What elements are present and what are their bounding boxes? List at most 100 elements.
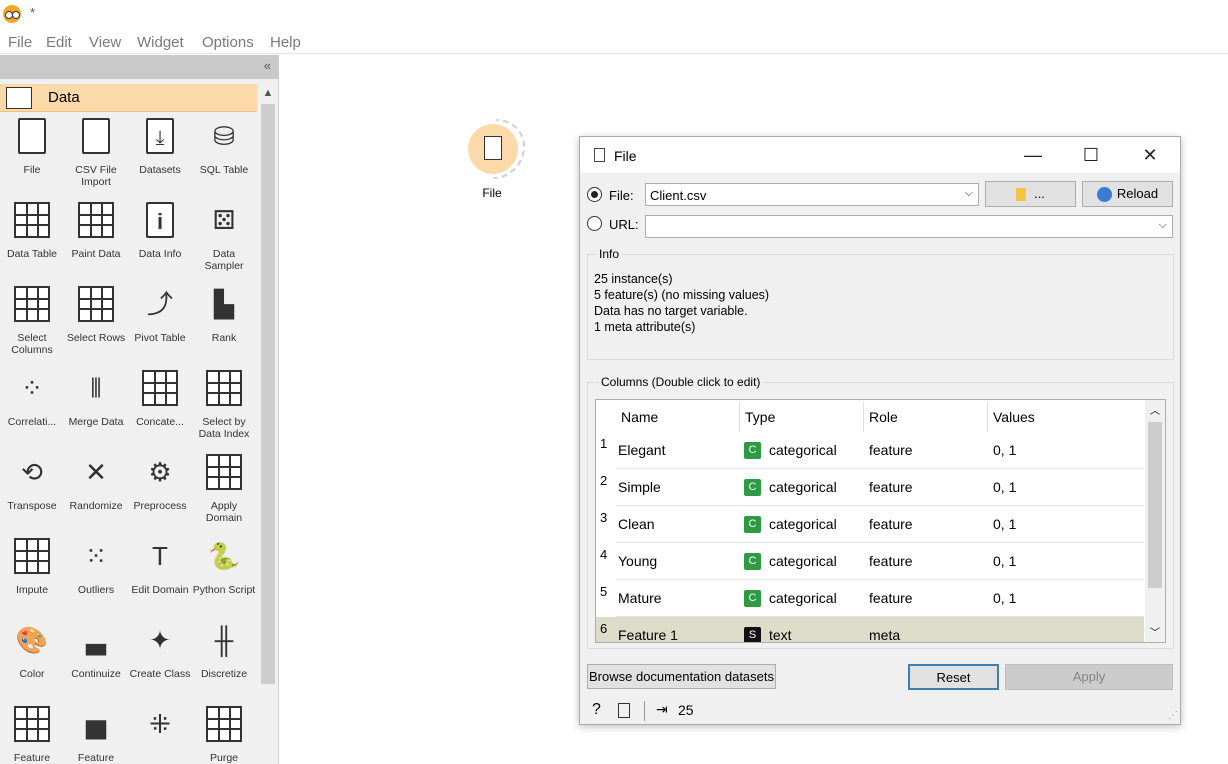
- node-label[interactable]: File: [472, 186, 512, 200]
- merge-icon: ⫴: [90, 373, 102, 403]
- widget-label: Select Columns: [11, 332, 53, 356]
- select-columns-icon: [14, 286, 50, 322]
- widget-paint-data[interactable]: Paint Data: [64, 198, 128, 282]
- widget-edit-domain[interactable]: T Edit Domain: [128, 534, 192, 618]
- widget-label: Preprocess: [133, 500, 187, 512]
- widget-create-class[interactable]: ✦ Create Class: [128, 618, 192, 702]
- widget-color[interactable]: 🎨 Color: [0, 618, 64, 702]
- help-icon[interactable]: ?: [592, 701, 601, 719]
- widget-data-sampler[interactable]: ⚄ Data Sampler: [192, 198, 256, 282]
- table-row[interactable]: 2 Simple Ccategorical feature 0, 1: [596, 469, 1144, 506]
- table-scroll-thumb[interactable]: [1148, 422, 1162, 588]
- widget-transpose[interactable]: ⟲ Transpose: [0, 450, 64, 534]
- widget-apply-domain[interactable]: Apply Domain: [192, 450, 256, 534]
- widget-select-columns[interactable]: Select Columns: [0, 282, 64, 366]
- widget-label: Python Script: [192, 584, 256, 596]
- maximize-icon[interactable]: ☐: [1071, 143, 1111, 169]
- widget-correlati[interactable]: ⁘ Correlati...: [0, 366, 64, 450]
- reset-button[interactable]: Reset: [908, 664, 999, 690]
- widget-sql-table[interactable]: ⛁ SQL Table: [192, 114, 256, 198]
- widget-feature[interactable]: Feature: [0, 702, 64, 764]
- widget-data-info[interactable]: i Data Info: [128, 198, 192, 282]
- widget-csv-file-import[interactable]: CSV File Import: [64, 114, 128, 198]
- widget-impute[interactable]: Impute: [0, 534, 64, 618]
- close-icon[interactable]: ✕: [1130, 143, 1170, 169]
- minimize-icon[interactable]: —: [1013, 143, 1053, 169]
- reload-button[interactable]: Reload: [1082, 181, 1173, 207]
- table-row[interactable]: 5 Mature Ccategorical feature 0, 1: [596, 580, 1144, 617]
- app-titlebar: *: [0, 0, 1228, 30]
- widget-concate[interactable]: Concate...: [128, 366, 192, 450]
- cell-role: meta: [864, 617, 988, 642]
- url-radio[interactable]: [587, 216, 602, 231]
- widget-pivot-table[interactable]: ⤴ Pivot Table: [128, 282, 192, 366]
- table-row[interactable]: 1 Elegant Ccategorical feature 0, 1: [596, 432, 1144, 469]
- category-data-header[interactable]: Data: [0, 84, 257, 112]
- widget-python-script[interactable]: 🐍 Python Script: [192, 534, 256, 618]
- menu-file[interactable]: File: [8, 34, 32, 51]
- url-combo[interactable]: ⌵: [645, 215, 1173, 238]
- file-radio[interactable]: [587, 187, 602, 202]
- widget-discretize[interactable]: ╫ Discretize: [192, 618, 256, 702]
- file-combo-value: Client.csv: [650, 188, 707, 203]
- select-by-index-icon: [206, 370, 242, 406]
- table-scrollbar[interactable]: ︿ ﹀: [1145, 400, 1165, 642]
- info-instances: 25 instance(s): [594, 272, 673, 286]
- toolbox-scrollbar[interactable]: ▲: [259, 84, 277, 764]
- info-icon: i: [146, 202, 174, 238]
- python-icon: 🐍: [207, 541, 241, 571]
- menu-view[interactable]: View: [89, 34, 121, 51]
- widget-datasets[interactable]: ⤓ Datasets: [128, 114, 192, 198]
- widget-purge[interactable]: Purge: [192, 702, 256, 764]
- continuize-icon: ▃: [86, 625, 106, 655]
- widget-merge-data[interactable]: ⫴ Merge Data: [64, 366, 128, 450]
- menu-options[interactable]: Options: [202, 34, 254, 51]
- table-row[interactable]: 6 Feature 1 Stext meta: [596, 617, 1144, 642]
- widget-feature[interactable]: ▅ Feature: [64, 702, 128, 764]
- menu-edit[interactable]: Edit: [46, 34, 72, 51]
- table-row[interactable]: 3 Clean Ccategorical feature 0, 1: [596, 506, 1144, 543]
- widget-randomize[interactable]: ✕ Randomize: [64, 450, 128, 534]
- report-icon[interactable]: [618, 703, 630, 718]
- string-type-icon: S: [744, 626, 761, 642]
- widget-continuize[interactable]: ▃ Continuize: [64, 618, 128, 702]
- output-icon: ⇥: [656, 701, 668, 717]
- apply-button[interactable]: Apply: [1005, 664, 1173, 690]
- scroll-thumb[interactable]: [261, 104, 275, 684]
- widget-label: Transpose: [7, 500, 57, 512]
- resize-grip-icon[interactable]: ⋰: [1168, 710, 1178, 721]
- widget-grid: File CSV File Import ⤓ Datasets ⛁ SQL Table Da…: [0, 114, 257, 764]
- cell-role: feature: [864, 580, 988, 617]
- menu-widget[interactable]: Widget: [137, 34, 184, 51]
- dice-icon: ⚄: [212, 205, 236, 235]
- widget-outliers[interactable]: ⁙ Outliers: [64, 534, 128, 618]
- window-title: *: [30, 5, 36, 20]
- table-row[interactable]: 4 Young Ccategorical feature 0, 1: [596, 543, 1144, 580]
- browse-file-button[interactable]: ...: [985, 181, 1076, 207]
- widget-preprocess[interactable]: ⚙ Preprocess: [128, 450, 192, 534]
- scroll-up-icon[interactable]: ▲: [259, 84, 277, 102]
- file-combo[interactable]: Client.csv ⌵: [645, 183, 979, 206]
- correlations-icon: ⁘: [21, 373, 43, 403]
- type-label: categorical: [769, 590, 837, 606]
- widget-select-by-data-index[interactable]: Select by Data Index: [192, 366, 256, 450]
- cell-name: Elegant: [616, 432, 740, 469]
- cell-type: Ccategorical: [740, 543, 864, 580]
- collapse-icon[interactable]: «: [264, 58, 271, 73]
- widget-rank[interactable]: ▙ Rank: [192, 282, 256, 366]
- widget-label: Data Table: [6, 248, 57, 260]
- widget-data-table[interactable]: Data Table: [0, 198, 64, 282]
- file-icon: [484, 136, 502, 160]
- chevron-down-icon[interactable]: ﹀: [1145, 624, 1165, 639]
- menu-help[interactable]: Help: [270, 34, 301, 51]
- browse-documentation-button[interactable]: Browse documentation datasets: [587, 664, 776, 689]
- widget-file[interactable]: File: [0, 114, 64, 198]
- widget-label: Create Class: [129, 668, 191, 680]
- widget-select-rows[interactable]: Select Rows: [64, 282, 128, 366]
- concatenate-icon: [142, 370, 178, 406]
- row-number: 3: [600, 510, 608, 525]
- chevron-up-icon[interactable]: ︿: [1145, 402, 1165, 417]
- reload-icon: [1096, 187, 1112, 203]
- widget-item[interactable]: ⁜: [128, 702, 192, 764]
- menu-bar: File Edit View Widget Options Help: [0, 30, 1228, 54]
